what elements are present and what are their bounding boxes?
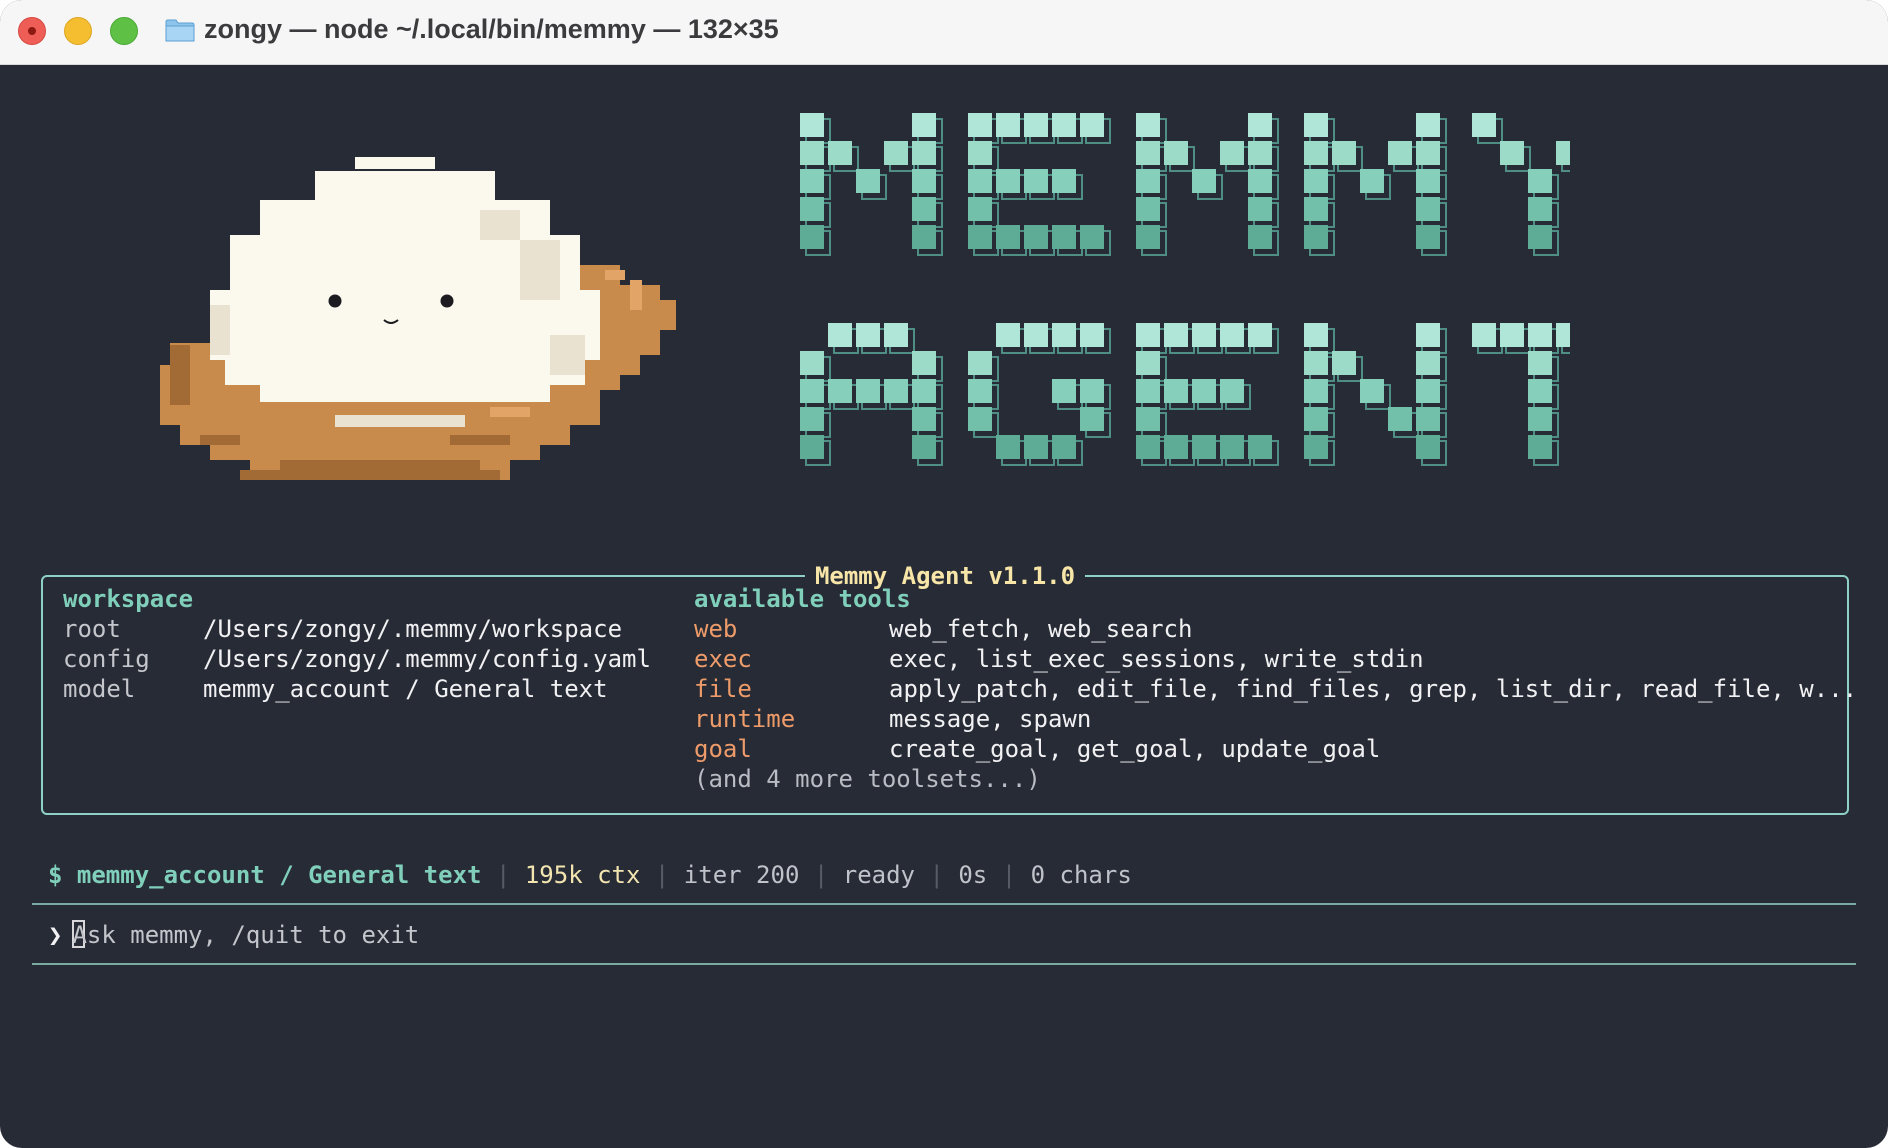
tool-list-web: web_fetch, web_search [889, 615, 1193, 643]
close-window-button[interactable] [18, 17, 46, 45]
logo-letter-m [1304, 113, 1447, 256]
input-bottom-divider [32, 963, 1856, 965]
memmy-agent-logo [800, 113, 1570, 466]
folder-icon [165, 19, 195, 42]
logo-letter-t [1472, 323, 1570, 466]
minimize-window-button[interactable] [64, 17, 92, 45]
more-toolsets-note: (and 4 more toolsets...) [694, 765, 1041, 793]
status-context: 195k ctx [524, 861, 641, 889]
logo-letter-m [1136, 113, 1279, 256]
input-top-divider [32, 903, 1856, 905]
workspace-model-label: model [63, 675, 136, 703]
status-separator: | [654, 861, 670, 889]
terminal-content: Memmy Agent v1.1.0 workspace root /Users… [0, 65, 1888, 1148]
terminal-window: zongy — node ~/.local/bin/memmy — 132×35 [0, 0, 1888, 1148]
title-bar: zongy — node ~/.local/bin/memmy — 132×35 [0, 0, 1888, 65]
logo-letter-e [968, 113, 1111, 256]
prompt-placeholder: Ask memmy, /quit to exit [72, 921, 420, 949]
status-elapsed: 0s [958, 861, 988, 889]
logo-letter-g [968, 323, 1111, 466]
memmy-mascot-illustration [160, 157, 676, 480]
status-separator: | [495, 861, 511, 889]
workspace-root-value: /Users/zongy/.memmy/workspace [203, 615, 623, 643]
prompt-input[interactable]: ❯ Ask memmy, /quit to exit [48, 920, 419, 950]
logo-letter-a [800, 323, 943, 466]
workspace-model-value: memmy_account / General text [203, 675, 608, 703]
info-panel: Memmy Agent v1.1.0 workspace root /Users… [41, 562, 1857, 815]
workspace-config-value: /Users/zongy/.memmy/config.yaml [203, 645, 651, 673]
status-bar: $ memmy_account / General text | 195k ct… [48, 860, 1132, 890]
status-model: $ memmy_account / General text [48, 861, 482, 889]
logo-letter-e [1136, 323, 1279, 466]
workspace-heading: workspace [63, 585, 194, 613]
logo-letter-n [1304, 323, 1447, 466]
tool-list-runtime: message, spawn [889, 705, 1092, 733]
status-separator: | [813, 861, 829, 889]
zoom-window-button[interactable] [110, 17, 138, 45]
tool-category-runtime: runtime [694, 705, 796, 733]
tool-list-goal: create_goal, get_goal, update_goal [889, 735, 1381, 763]
tool-list-exec: exec, list_exec_sessions, write_stdin [889, 645, 1424, 673]
workspace-config-label: config [63, 645, 150, 673]
tool-category-web: web [694, 615, 738, 643]
status-char-count: 0 chars [1030, 861, 1132, 889]
tool-category-file: file [694, 675, 752, 703]
logo-letter-m [800, 113, 943, 256]
status-separator: | [929, 861, 944, 889]
workspace-root-label: root [63, 615, 121, 643]
status-separator: | [1001, 861, 1017, 889]
tools-heading: available tools [694, 585, 911, 613]
window-title: zongy — node ~/.local/bin/memmy — 132×35 [204, 14, 779, 44]
status-state: ready [842, 861, 915, 889]
logo-letter-y [1472, 113, 1570, 256]
tool-category-exec: exec [694, 645, 752, 673]
prompt-chevron-icon: ❯ [48, 921, 63, 949]
status-iterations: iter 200 [683, 861, 800, 889]
tool-list-file: apply_patch, edit_file, find_files, grep… [889, 675, 1858, 703]
tool-category-goal: goal [694, 735, 752, 763]
